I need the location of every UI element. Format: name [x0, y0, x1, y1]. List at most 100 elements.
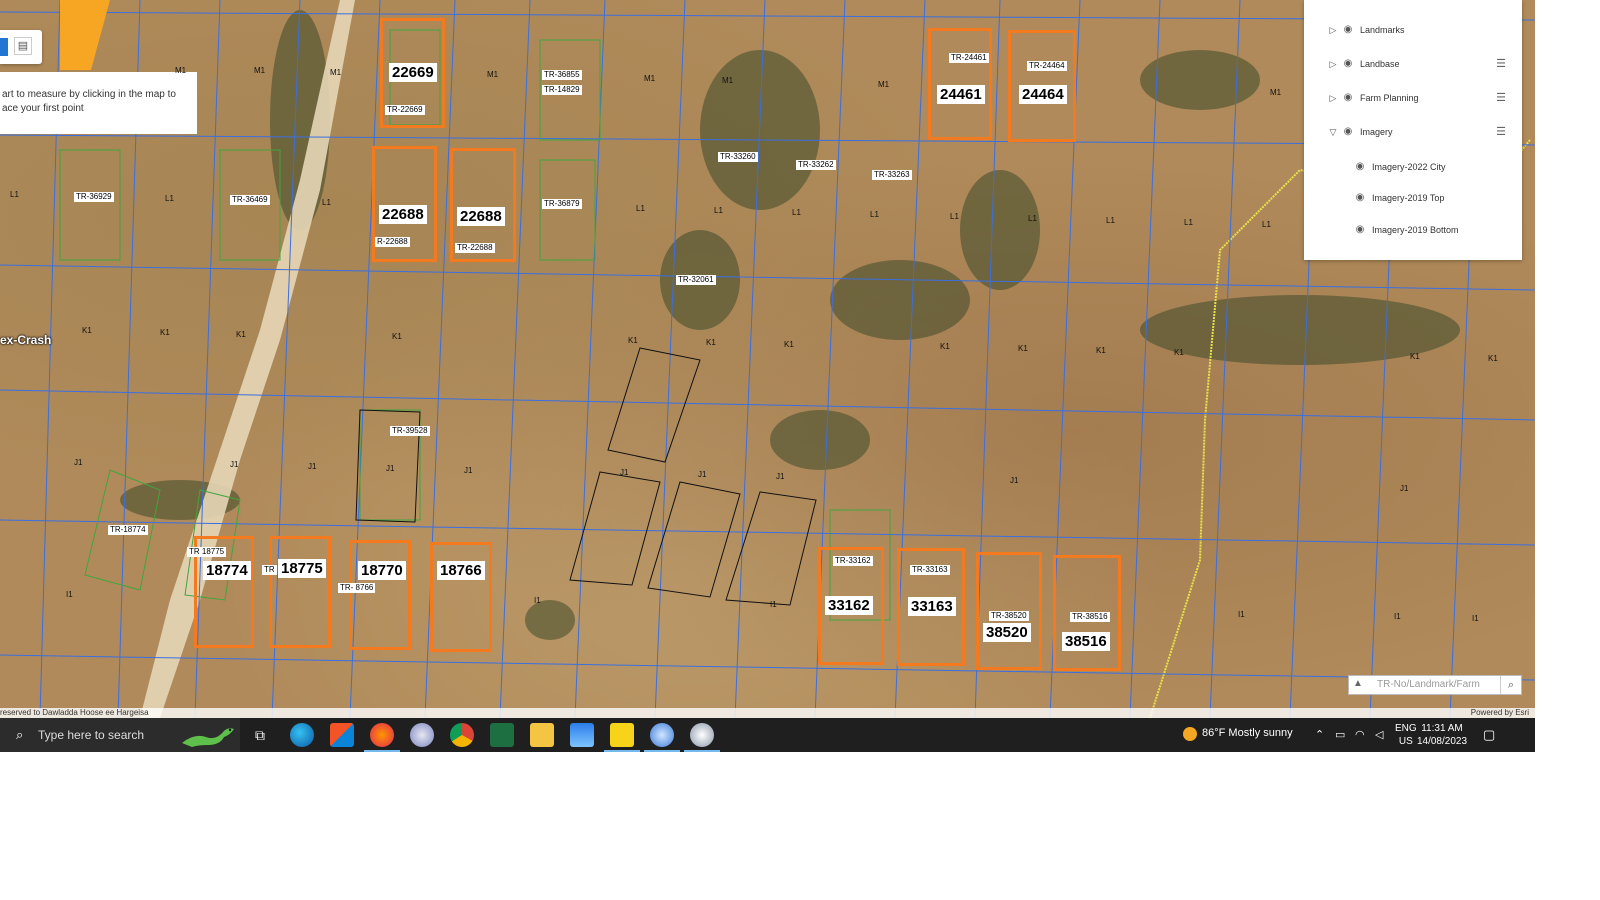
sublayer-row[interactable]: ◉ Imagery-2022 City [1304, 157, 1522, 177]
grid-code: K1 [1018, 344, 1028, 353]
print-icon[interactable]: ▤ [14, 37, 32, 55]
layer-row-landmarks[interactable]: ▷ ◉ Landmarks [1304, 20, 1522, 40]
chevron-down-icon[interactable]: ▽ [1328, 122, 1338, 142]
measure-toolbar[interactable]: ▤ [0, 30, 42, 64]
parcel[interactable]: TR-33163 33163 [897, 548, 965, 666]
layer-row-imagery[interactable]: ▽ ◉ Imagery ☰ [1304, 122, 1522, 142]
volume-icon[interactable]: ◁ [1375, 728, 1383, 741]
clock[interactable]: 11:31 AM 14/08/2023 [1413, 722, 1471, 748]
chevron-up-icon[interactable]: ▲ [1353, 678, 1363, 689]
grid-code: J1 [698, 470, 707, 479]
grid-code: L1 [792, 208, 801, 217]
parcel[interactable]: 18766 [430, 542, 492, 652]
layer-row-farm-planning[interactable]: ▷ ◉ Farm Planning ☰ [1304, 88, 1522, 108]
chevron-right-icon[interactable]: ▷ [1328, 54, 1338, 74]
store-icon[interactable] [330, 723, 354, 747]
layer-row-landbase[interactable]: ▷ ◉ Landbase ☰ [1304, 54, 1522, 74]
chrome-icon[interactable] [450, 723, 474, 747]
grid-code: M1 [722, 76, 734, 85]
grid-code: J1 [776, 472, 785, 481]
grid-code: L1 [1184, 218, 1193, 227]
parcel[interactable]: 22688 TR-22688 [450, 148, 516, 262]
app-blue-icon[interactable] [570, 723, 594, 747]
parcel-ref: TR-24464 [1027, 61, 1067, 71]
parcel[interactable]: TR-24461 24461 [928, 28, 992, 140]
grid-code: K1 [1410, 352, 1420, 361]
black-parcels [355, 347, 817, 606]
wifi-icon[interactable]: ◠ [1355, 728, 1365, 741]
parcel[interactable]: TR-24464 24464 [1008, 30, 1076, 142]
paint-app-icon[interactable] [410, 723, 434, 747]
sublayer-row[interactable]: ◉ Imagery-2019 Top [1304, 188, 1522, 208]
parcel[interactable]: TR-38516 38516 [1053, 555, 1121, 671]
tr-label: TR-32061 [676, 275, 716, 285]
sublayer-row[interactable]: ◉ Imagery-2019 Bottom [1304, 220, 1522, 240]
chevron-up-icon[interactable]: ⌃ [1315, 728, 1324, 741]
tr-label: TR-36879 [542, 199, 582, 209]
taskbar-search-placeholder[interactable]: Type here to search [38, 728, 144, 742]
parcel[interactable]: TR 18775 [262, 536, 331, 648]
chevron-right-icon[interactable]: ▷ [1328, 20, 1338, 40]
map-search[interactable]: ▲ TR-No/Landmark/Farm ⌕ [1348, 675, 1522, 695]
clock-time: 11:31 AM [1421, 723, 1463, 734]
eye-icon[interactable]: ◉ [1342, 122, 1354, 142]
place-label: ex-Crash [0, 333, 52, 347]
parcel-label: 18770 [358, 561, 406, 580]
sticky-notes-icon[interactable] [604, 723, 640, 752]
eye-icon[interactable]: ◉ [1354, 157, 1366, 177]
eye-icon[interactable]: ◉ [1354, 188, 1366, 208]
app-globe-icon[interactable] [644, 723, 680, 752]
grid-code: M1 [175, 66, 187, 75]
app-disc-icon[interactable] [684, 723, 720, 752]
parcel[interactable]: 22669 TR-22669 [380, 18, 445, 128]
tr-label: TR-39528 [390, 426, 430, 436]
measure-distance-tool[interactable] [0, 38, 8, 56]
clock-date: 14/08/2023 [1416, 736, 1468, 747]
parcel[interactable]: TR-38520 38520 [976, 552, 1042, 670]
parcel-ref: TR [262, 565, 277, 575]
layer-options-icon[interactable]: ☰ [1496, 122, 1506, 142]
tr-label: TR-36929 [74, 192, 114, 202]
eye-icon[interactable]: ◉ [1354, 220, 1366, 240]
map-view[interactable]: ▤ art to measure by clicking in the map … [0, 0, 1535, 718]
parcel[interactable]: 22688 R-22688 [372, 146, 437, 262]
grid-code: K1 [1174, 348, 1184, 357]
weather-icon[interactable] [1183, 727, 1197, 741]
task-view-icon[interactable]: ⧉ [248, 723, 272, 747]
parcel-label: 22669 [389, 63, 437, 82]
grid-code: J1 [386, 464, 395, 473]
grid-code: M1 [487, 70, 499, 79]
powered-by[interactable]: Powered by Esri [1471, 708, 1529, 718]
grid-code: I1 [770, 600, 777, 609]
eye-icon[interactable]: ◉ [1342, 54, 1354, 74]
edge-icon[interactable] [290, 723, 314, 747]
weather-text[interactable]: 86°F Mostly sunny [1202, 727, 1293, 739]
eye-icon[interactable]: ◉ [1342, 20, 1354, 40]
chevron-right-icon[interactable]: ▷ [1328, 88, 1338, 108]
search-icon[interactable]: ⌕ [1500, 676, 1521, 694]
notification-icon[interactable]: ▢ [1483, 727, 1495, 743]
attribution-bar: reserved to Dawladda Hoose ee Hargeisa P… [0, 708, 1535, 718]
grid-code: M1 [330, 68, 342, 77]
eye-icon[interactable]: ◉ [1342, 88, 1354, 108]
excel-icon[interactable] [490, 723, 514, 747]
firefox-icon[interactable] [364, 723, 400, 752]
search-input[interactable]: TR-No/Landmark/Farm [1377, 679, 1480, 690]
taskbar-search[interactable]: ⌕ Type here to search [0, 718, 240, 752]
layer-options-icon[interactable]: ☰ [1496, 88, 1506, 108]
grid-code: L1 [950, 212, 959, 221]
layer-options-icon[interactable]: ☰ [1496, 54, 1506, 74]
parcel[interactable]: 18770 TR- 8766 [338, 540, 411, 650]
parcel-ref: TR- 8766 [338, 583, 376, 593]
battery-icon[interactable]: ▭ [1335, 728, 1345, 741]
grid-code: L1 [10, 190, 19, 199]
parcel[interactable]: TR-33162 33162 [818, 547, 884, 665]
file-explorer-icon[interactable] [530, 723, 554, 747]
grid-code: L1 [1106, 216, 1115, 225]
grid-code: I1 [1394, 612, 1401, 621]
layer-label: Landbase [1360, 59, 1400, 69]
grid-code: K1 [1096, 346, 1106, 355]
grid-code: L1 [714, 206, 723, 215]
parcel[interactable]: TR 18775 18774 [187, 536, 254, 648]
sublayer-label: Imagery-2022 City [1372, 162, 1446, 172]
